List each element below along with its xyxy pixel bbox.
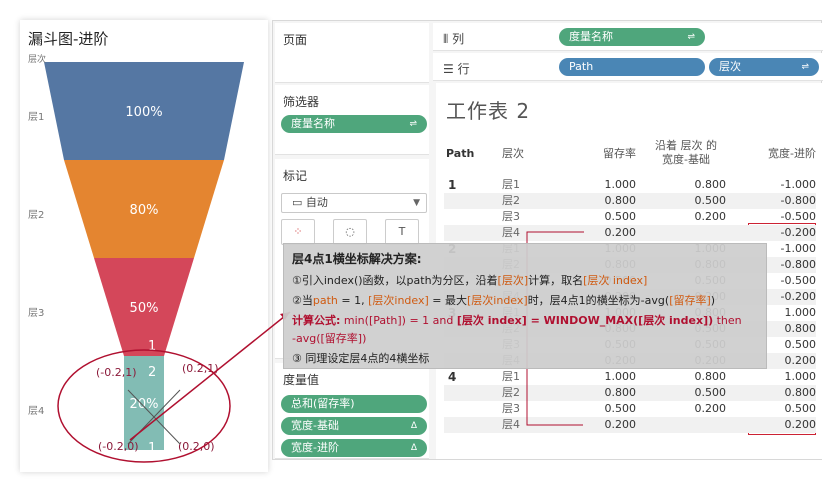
callout-line-2: ②当path = 1, [层次index] = 最大[层次index]时，层4点… <box>292 292 715 308</box>
text: [层次index] <box>368 294 429 307</box>
text: path <box>312 294 338 307</box>
text: = 1, <box>337 294 369 307</box>
text: [层次] <box>497 274 529 287</box>
text: then <box>713 314 742 327</box>
text: ) <box>362 332 367 345</box>
text: ) <box>710 294 716 307</box>
arrow-line <box>129 311 291 441</box>
text: [留存率] <box>320 332 363 345</box>
callout-title: 层4点1横坐标解决方案: <box>292 252 422 266</box>
annotation-lines <box>129 231 584 441</box>
text: [层次index] <box>467 294 528 307</box>
text: [层次 index] = WINDOW_MAX([层次 index]) <box>456 314 714 327</box>
solution-callout: 层4点1横坐标解决方案: ①引入index()函数，以path为分区，沿着[层次… <box>283 243 767 369</box>
text: = 最大 <box>428 294 467 307</box>
text: 时，层4点1的横坐标为-avg( <box>527 294 670 307</box>
text: [留存率] <box>669 294 711 307</box>
text: min([Path]) = 1 and <box>340 314 457 327</box>
text: ①引入index()函数，以path为分区，沿着 <box>292 274 498 287</box>
text: 计算公式: <box>292 314 341 327</box>
callout-line-4: -avg([留存率]) <box>292 330 366 346</box>
text: [层次 index] <box>583 274 648 287</box>
text: ②当 <box>292 294 313 307</box>
callout-line-1: ①引入index()函数，以path为分区，沿着[层次]计算，取名[层次 ind… <box>292 272 647 288</box>
text: 计算，取名 <box>528 274 584 287</box>
callout-line-5: ③ 同理设定层4点的4横坐标 <box>292 352 430 365</box>
callout-line-3: 计算公式: min([Path]) = 1 and [层次 index] = W… <box>292 312 742 328</box>
text: -avg( <box>292 332 321 345</box>
